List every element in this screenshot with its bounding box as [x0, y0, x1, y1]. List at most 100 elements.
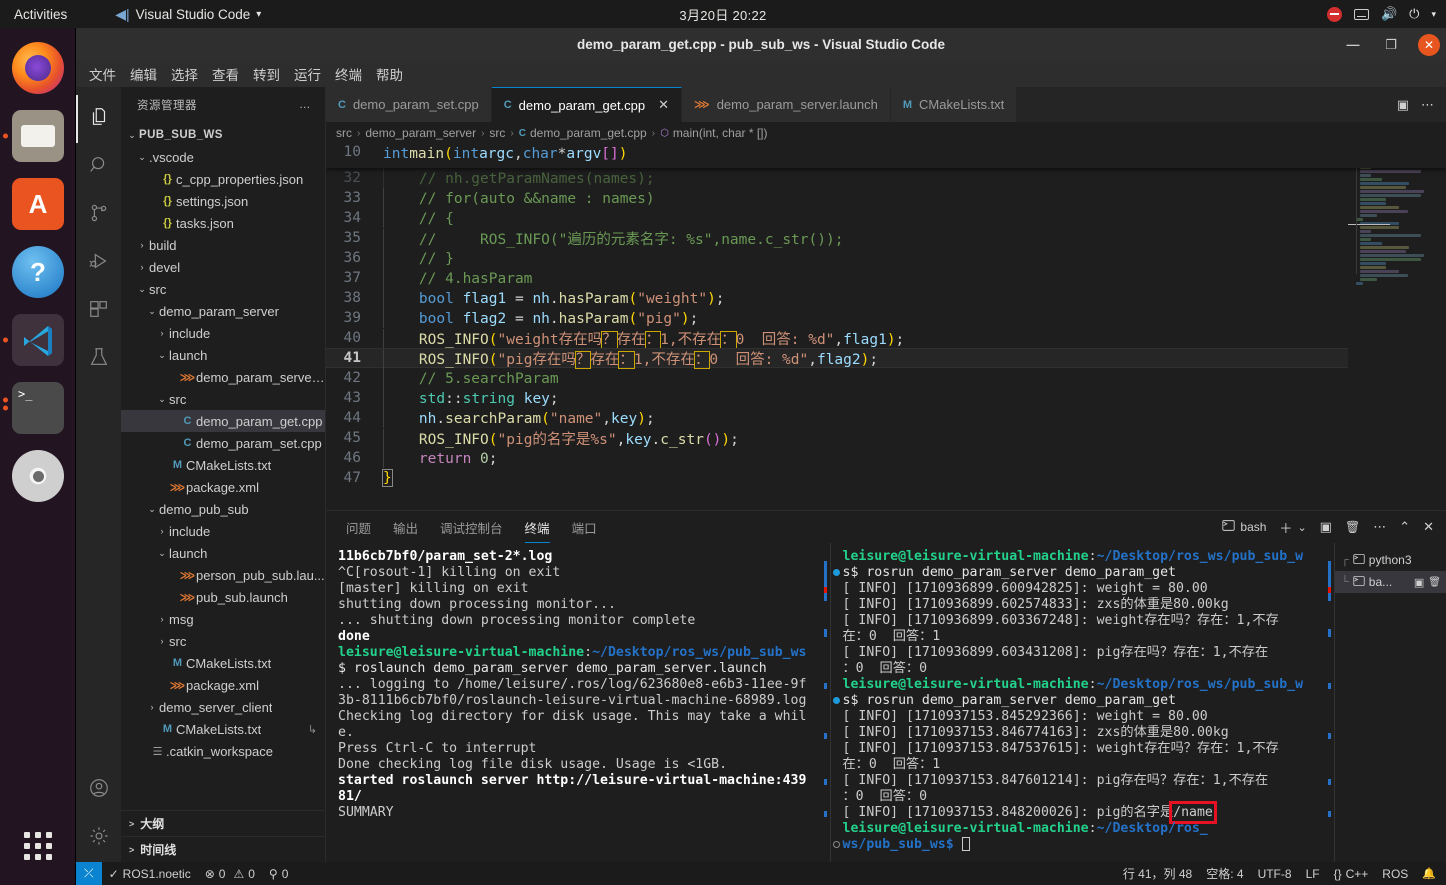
- code-line[interactable]: 46 return 0;: [326, 448, 1446, 468]
- code-line[interactable]: 34 // {: [326, 208, 1446, 228]
- dock-item-firefox[interactable]: [0, 34, 76, 102]
- status-ros[interactable]: ROS: [1375, 862, 1415, 885]
- power-icon[interactable]: ⏻: [1409, 6, 1419, 22]
- panel-tab-debug-console[interactable]: 调试控制台: [440, 511, 503, 543]
- breadcrumb-item[interactable]: ⬡ main(int, char * []): [660, 126, 767, 140]
- menu-view[interactable]: 查看: [206, 61, 245, 87]
- panel-more-actions-button[interactable]: ⋯: [1373, 519, 1386, 535]
- menu-terminal[interactable]: 终端: [329, 61, 368, 87]
- tree-item-src[interactable]: ⌄ src: [121, 388, 325, 410]
- terminal-right[interactable]: leisure@leisure-virtual-machine:~/Deskto…: [831, 543, 1335, 862]
- status-problems[interactable]: ⊗ 0 ⚠ 0: [198, 862, 262, 885]
- editor-more-actions-button[interactable]: ⋯: [1421, 97, 1434, 113]
- close-tab-icon[interactable]: ✕: [658, 97, 669, 113]
- tree-item-demo_param_server[interactable]: ⌄ demo_param_server: [121, 300, 325, 322]
- code-lines[interactable]: 32 // nh.getParamNames(names); 33 // for…: [326, 168, 1446, 488]
- tree-item-.vscode[interactable]: ⌄ .vscode: [121, 146, 325, 168]
- activitybar-item-accounts[interactable]: [76, 766, 121, 814]
- tree-item-build[interactable]: › build: [121, 234, 325, 256]
- tree-item-pub_sub_ws[interactable]: ⌄ PUB_SUB_WS: [121, 124, 325, 146]
- status-cursor-position[interactable]: 行 41，列 48: [1116, 862, 1199, 885]
- panel-tab-terminal[interactable]: 终端: [524, 511, 550, 543]
- do-not-disturb-icon[interactable]: [1326, 6, 1342, 22]
- sidebar-section-outline[interactable]: > 大纲: [121, 810, 325, 836]
- code-line[interactable]: 36 // }: [326, 248, 1446, 268]
- activitybar-item-testing[interactable]: [76, 335, 121, 383]
- tree-item-.catkin_workspace[interactable]: ☰ .catkin_workspace: [121, 740, 325, 762]
- editor-tab-demo_param_serverlaunch[interactable]: ⋙ demo_param_server.launch: [682, 87, 891, 122]
- close-button[interactable]: ✕: [1418, 33, 1440, 56]
- minimap-slider[interactable]: [1356, 154, 1446, 274]
- terminal-shell-chip[interactable]: bash: [1222, 519, 1266, 535]
- status-language-mode[interactable]: {} C++: [1327, 862, 1376, 885]
- breadcrumb[interactable]: src › demo_param_server › src › Cdemo_param_ge…: [326, 122, 1446, 144]
- tree-item-include[interactable]: › include: [121, 322, 325, 344]
- panel-tab-ports[interactable]: 端口: [572, 511, 597, 543]
- code-line[interactable]: 45 ROS_INFO("pig的名字是%s",key.c_str());: [326, 428, 1446, 449]
- notifications-bell-icon[interactable]: 🔔: [1415, 862, 1446, 885]
- chevron-down-icon[interactable]: ▾: [1431, 9, 1436, 20]
- panel-tab-output[interactable]: 输出: [393, 511, 418, 543]
- app-menu[interactable]: ◀| Visual Studio Code ▾: [115, 6, 261, 23]
- status-encoding[interactable]: UTF-8: [1251, 862, 1299, 885]
- code-line-active[interactable]: 41 ROS_INFO("pig存在吗？存在：1,不存在：0 回答: %d",f…: [326, 348, 1446, 369]
- tree-item-c_cpp_properties.json[interactable]: {} c_cpp_properties.json: [121, 168, 325, 190]
- minimize-button[interactable]: —: [1342, 34, 1364, 56]
- status-indentation[interactable]: 空格: 4: [1199, 862, 1250, 885]
- breadcrumb-item[interactable]: Cdemo_param_get.cpp: [519, 126, 647, 140]
- tree-item-tasks.json[interactable]: {} tasks.json: [121, 212, 325, 234]
- code-line[interactable]: 38 bool flag1 = nh.hasParam("weight");: [326, 288, 1446, 308]
- maximize-panel-button[interactable]: ⌃: [1399, 519, 1410, 535]
- editor-tab-demo_param_setcpp[interactable]: Cdemo_param_set.cpp: [326, 87, 492, 122]
- breadcrumb-item[interactable]: src: [489, 126, 505, 140]
- maximize-button[interactable]: ❐: [1380, 34, 1402, 56]
- minimap[interactable]: [1348, 144, 1446, 510]
- panel-tab-problems[interactable]: 问题: [346, 511, 371, 543]
- code-line[interactable]: 40 ROS_INFO("weight存在吗？存在：1,不存在：0 回答: %d…: [326, 328, 1446, 349]
- activities-button[interactable]: Activities: [14, 7, 67, 22]
- status-eol[interactable]: LF: [1299, 862, 1327, 885]
- tree-item-settings.json[interactable]: {} settings.json: [121, 190, 325, 212]
- volume-icon[interactable]: 🔊: [1381, 6, 1397, 22]
- menu-go[interactable]: 转到: [247, 61, 286, 87]
- activitybar-item-search[interactable]: [76, 143, 121, 191]
- file-tree[interactable]: ⌄ PUB_SUB_WS ⌄ .vscode{} c_cpp_properties.js…: [121, 122, 325, 810]
- tree-item-demo_param_server...[interactable]: ⋙ demo_param_server...: [121, 366, 325, 388]
- tree-item-launch[interactable]: ⌄ launch: [121, 542, 325, 564]
- sticky-scroll-line[interactable]: 10 int main(int argc, char * argv[]): [326, 144, 1446, 168]
- terminal-list-item-python3[interactable]: ┌ python3: [1335, 549, 1446, 571]
- menu-help[interactable]: 帮助: [370, 61, 409, 87]
- terminal-list-item-ba[interactable]: └ ba... ▣ 🗑: [1335, 571, 1446, 593]
- menu-edit[interactable]: 编辑: [124, 61, 163, 87]
- editor-tab-demo_param_getcpp[interactable]: Cdemo_param_get.cpp ✕: [491, 87, 683, 122]
- show-applications-button[interactable]: [0, 821, 76, 871]
- split-terminal-button[interactable]: ▣: [1320, 519, 1332, 535]
- code-line[interactable]: 37 // 4.hasParam: [326, 268, 1446, 288]
- dock-item-files[interactable]: [0, 102, 76, 170]
- menu-run[interactable]: 运行: [288, 61, 327, 87]
- tree-item-src[interactable]: ⌄ src: [121, 278, 325, 300]
- tree-item-cmakelists.txt[interactable]: M CMakeLists.txt ↳: [121, 718, 325, 740]
- editor-tab-cmakeliststxt[interactable]: M CMakeLists.txt: [890, 87, 1018, 122]
- sidebar-section-timeline[interactable]: > 时间线: [121, 836, 325, 862]
- tree-item-demo_server_client[interactable]: › demo_server_client: [121, 696, 325, 718]
- tree-item-demo_pub_sub[interactable]: ⌄ demo_pub_sub: [121, 498, 325, 520]
- code-line[interactable]: 43 std::string key;: [326, 388, 1446, 408]
- tree-item-msg[interactable]: › msg: [121, 608, 325, 630]
- code-line[interactable]: 44 nh.searchParam("name",key);: [326, 408, 1446, 428]
- kill-terminal-button[interactable]: 🗑: [1345, 520, 1360, 534]
- code-line[interactable]: 42 // 5.searchParam: [326, 368, 1446, 388]
- breadcrumb-item[interactable]: demo_param_server: [365, 126, 476, 140]
- status-radio-tower[interactable]: ⚲ 0: [262, 862, 295, 885]
- code-editor[interactable]: 10 int main(int argc, char * argv[]) 32 /…: [326, 144, 1446, 510]
- tree-item-demo_param_set.cpp[interactable]: Cdemo_param_set.cpp: [121, 432, 325, 454]
- code-line[interactable]: 39 bool flag2 = nh.hasParam("pig");: [326, 308, 1446, 328]
- split-editor-button[interactable]: ▣: [1397, 97, 1409, 113]
- code-line[interactable]: 47 }: [326, 468, 1446, 488]
- tree-item-person_pub_sub.lau...[interactable]: ⋙ person_pub_sub.lau...: [121, 564, 325, 586]
- code-line[interactable]: 35 // ROS_INFO("遍历的元素名字: %s",name.c_str(…: [326, 228, 1446, 249]
- terminal-left[interactable]: 11b6cb7bf0/param_set-2*.log ^C[rosout-1] …: [326, 543, 831, 862]
- tree-item-demo_param_get.cpp[interactable]: Cdemo_param_get.cpp: [121, 410, 325, 432]
- activitybar-item-extensions[interactable]: [76, 287, 121, 335]
- split-terminal-button[interactable]: ▣: [1414, 576, 1424, 589]
